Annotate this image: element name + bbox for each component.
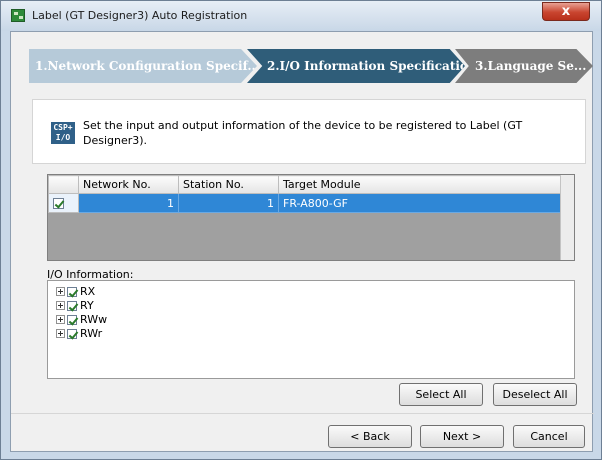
tree-item-label: RX [80, 285, 96, 298]
step-io-information: 2.I/O Information Specification [247, 49, 465, 83]
device-grid: Network No. Station No. Target Module 1 … [47, 174, 575, 261]
csp-icon-line1: CSP+ [53, 123, 73, 132]
expand-icon[interactable] [56, 301, 65, 310]
row-checkbox[interactable] [53, 198, 64, 209]
wizard-steps: 1.Network Configuration Specif... 2.I/O … [11, 44, 594, 84]
window-title: Label (GT Designer3) Auto Registration [32, 9, 248, 22]
step-network-configuration: 1.Network Configuration Specif... [29, 49, 257, 83]
select-all-button[interactable]: Select All [399, 383, 483, 406]
column-header-station-no[interactable]: Station No. [178, 175, 279, 194]
wizard-client-area: 1.Network Configuration Specif... 2.I/O … [10, 31, 594, 452]
column-header-target-module[interactable]: Target Module [278, 175, 563, 194]
cell-network-no[interactable]: 1 [78, 193, 179, 213]
expand-icon[interactable] [56, 329, 65, 338]
tree-item-label: RWr [80, 327, 103, 340]
next-button[interactable]: Next > [420, 425, 504, 448]
tree-item-label: RWw [80, 313, 108, 326]
csp-icon-line2: I/O [55, 133, 71, 142]
footer-separator [11, 413, 594, 414]
wizard-window: Label (GT Designer3) Auto Registration x… [0, 0, 602, 460]
expand-icon[interactable] [56, 287, 65, 296]
tree-item-ry[interactable]: RY [56, 299, 94, 312]
tree-item-rx[interactable]: RX [56, 285, 95, 298]
app-icon [11, 9, 25, 22]
close-icon: x [561, 4, 571, 19]
step-language: 3.Language Se... [455, 49, 593, 83]
cancel-button[interactable]: Cancel [513, 425, 585, 448]
instruction-panel: CSP+ I/O Set the input and output inform… [32, 99, 586, 164]
tree-checkbox-ry[interactable] [67, 300, 77, 311]
device-table: Network No. Station No. Target Module 1 … [48, 175, 563, 213]
back-button[interactable]: < Back [328, 425, 412, 448]
tree-checkbox-rww[interactable] [67, 314, 77, 325]
table-row[interactable]: 1 1 FR-A800-GF [48, 193, 563, 213]
tree-item-rww[interactable]: RWw [56, 313, 107, 326]
title-bar: Label (GT Designer3) Auto Registration x [1, 1, 601, 31]
deselect-all-button[interactable]: Deselect All [493, 383, 577, 406]
instruction-text: Set the input and output information of … [83, 119, 523, 147]
row-checkbox-cell[interactable] [48, 193, 79, 213]
grid-scrollbar[interactable] [560, 175, 574, 260]
cell-target-module[interactable]: FR-A800-GF [278, 193, 563, 213]
tree-item-rwr[interactable]: RWr [56, 327, 102, 340]
csp-io-icon: CSP+ I/O [51, 122, 75, 144]
tree-checkbox-rx[interactable] [67, 286, 77, 297]
checkbox-column-header [48, 175, 79, 194]
column-header-network-no[interactable]: Network No. [78, 175, 179, 194]
tree-checkbox-rwr[interactable] [67, 328, 77, 339]
cell-station-no[interactable]: 1 [178, 193, 279, 213]
tree-item-label: RY [80, 299, 94, 312]
close-button[interactable]: x [542, 2, 590, 21]
expand-icon[interactable] [56, 315, 65, 324]
io-information-tree: RX RY RWw RWr [47, 280, 575, 379]
